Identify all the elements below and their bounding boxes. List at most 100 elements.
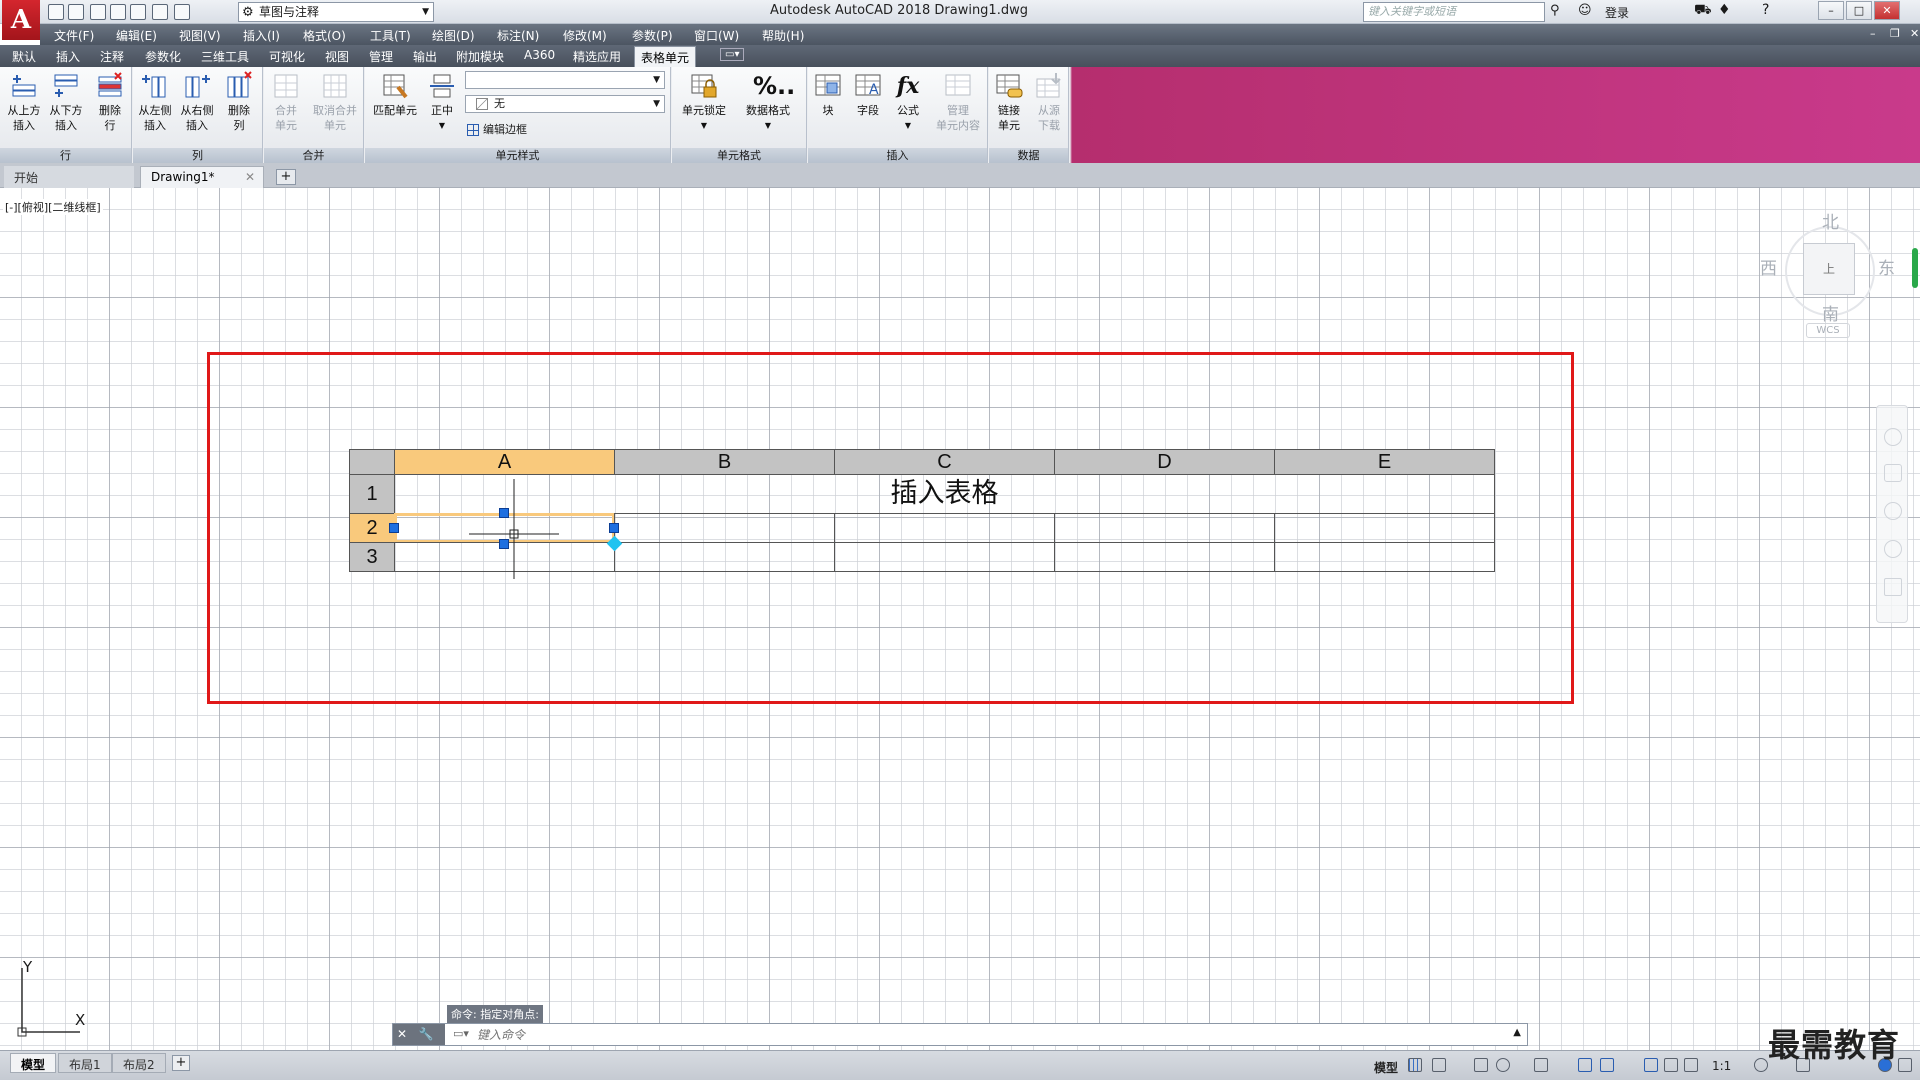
tab-addins[interactable]: 附加模块 bbox=[456, 48, 504, 65]
menu-edit[interactable]: 编辑(E) bbox=[116, 27, 157, 44]
layout-tab-layout2[interactable]: 布局2 bbox=[112, 1053, 166, 1073]
ortho-icon[interactable] bbox=[1474, 1058, 1488, 1072]
delete-col-button[interactable]: 删除 列 bbox=[219, 71, 259, 133]
cart-icon[interactable]: ⛟ bbox=[1694, 2, 1712, 20]
link-cell-button[interactable]: 链接 单元 bbox=[989, 71, 1029, 133]
cell-grip-left[interactable] bbox=[389, 523, 399, 533]
tab-parametric[interactable]: 参数化 bbox=[145, 48, 181, 65]
workspace-switch-icon[interactable] bbox=[1754, 1058, 1768, 1072]
tab-3d-tools[interactable]: 三维工具 bbox=[201, 48, 249, 65]
save-as-icon[interactable] bbox=[110, 4, 126, 20]
acad-table[interactable]: A B C D E 1 2 3 插入表格 bbox=[349, 449, 1495, 579]
insert-formula-button[interactable]: fx 公式 ▼ bbox=[888, 71, 928, 133]
tab-view[interactable]: 视图 bbox=[325, 48, 349, 65]
viewcube-top-face[interactable]: 上 bbox=[1803, 243, 1855, 295]
table-cell-e2[interactable] bbox=[1274, 513, 1495, 543]
undo-icon[interactable] bbox=[152, 4, 168, 20]
insert-col-left-button[interactable]: 从左侧 插入 bbox=[135, 71, 175, 133]
column-header-e[interactable]: E bbox=[1274, 449, 1495, 475]
workspace-dropdown[interactable]: ⚙ 草图与注释 ▼ bbox=[238, 2, 434, 22]
object-snap-icon[interactable] bbox=[1578, 1058, 1592, 1072]
delete-row-button[interactable]: 删除 行 bbox=[90, 71, 130, 133]
zoom-icon[interactable] bbox=[1884, 502, 1902, 520]
tab-drawing1[interactable]: Drawing1* ✕ bbox=[140, 166, 264, 188]
column-header-b[interactable]: B bbox=[614, 449, 835, 475]
column-header-c[interactable]: C bbox=[834, 449, 1055, 475]
close-icon[interactable]: ✕ bbox=[245, 170, 255, 184]
wcs-menu[interactable]: WCS bbox=[1806, 323, 1850, 338]
layout-tab-layout1[interactable]: 布局1 bbox=[58, 1053, 112, 1073]
a360-icon[interactable]: ♦ bbox=[1718, 2, 1731, 18]
close-icon[interactable]: ✕ bbox=[397, 1027, 407, 1041]
new-file-icon[interactable] bbox=[48, 4, 64, 20]
viewcube[interactable]: 北 南 东 西 上 WCS bbox=[1760, 208, 1900, 348]
tab-output[interactable]: 输出 bbox=[413, 48, 437, 65]
insert-col-right-button[interactable]: 从右侧 插入 bbox=[177, 71, 217, 133]
table-cell-c3[interactable] bbox=[834, 542, 1055, 572]
open-file-icon[interactable] bbox=[68, 4, 84, 20]
data-format-button[interactable]: %.. 数据格式 ▼ bbox=[738, 71, 798, 133]
viewcube-east[interactable]: 东 bbox=[1878, 254, 1895, 279]
ribbon-options-icon[interactable]: ▭▾ bbox=[720, 48, 745, 61]
annotation-visibility-icon[interactable] bbox=[1644, 1058, 1658, 1072]
showmotion-icon[interactable] bbox=[1884, 578, 1902, 596]
tab-start[interactable]: 开始 bbox=[4, 166, 134, 188]
viewcube-north[interactable]: 北 bbox=[1822, 208, 1839, 233]
menu-parametric[interactable]: 参数(P) bbox=[632, 27, 673, 44]
edit-borders-button[interactable]: 编辑边框 bbox=[467, 121, 527, 137]
tab-default[interactable]: 默认 bbox=[12, 48, 36, 65]
column-header-d[interactable]: D bbox=[1054, 449, 1275, 475]
doc-close-button[interactable]: ✕ bbox=[1910, 27, 1919, 40]
annotation-scale-icon[interactable] bbox=[1684, 1058, 1698, 1072]
row-header-3[interactable]: 3 bbox=[349, 542, 395, 572]
chevron-up-icon[interactable]: ▲ bbox=[1513, 1027, 1521, 1038]
menu-modify[interactable]: 修改(M) bbox=[563, 27, 607, 44]
tab-annotate[interactable]: 注释 bbox=[100, 48, 124, 65]
menu-tools[interactable]: 工具(T) bbox=[370, 27, 411, 44]
help-icon[interactable]: ? bbox=[1762, 2, 1769, 18]
minimize-button[interactable]: – bbox=[1818, 1, 1844, 20]
add-layout-button[interactable]: + bbox=[172, 1055, 190, 1071]
viewport-controls[interactable]: [-][俯视][二维线框] bbox=[3, 199, 103, 215]
manage-content-button[interactable]: 管理 单元内容 bbox=[930, 71, 986, 133]
table-cell-d3[interactable] bbox=[1054, 542, 1275, 572]
login-button[interactable]: 登录 bbox=[1605, 4, 1629, 21]
viewcube-west[interactable]: 西 bbox=[1760, 254, 1777, 279]
insert-row-below-button[interactable]: 从下方 插入 bbox=[46, 71, 86, 133]
cell-fill-dropdown[interactable]: 无 ▼ bbox=[465, 95, 665, 113]
match-cell-button[interactable]: 匹配单元 bbox=[369, 71, 421, 118]
search-input[interactable]: 键入关键字或短语 bbox=[1363, 2, 1545, 22]
tab-insert[interactable]: 插入 bbox=[56, 48, 80, 65]
polar-icon[interactable] bbox=[1496, 1058, 1510, 1072]
grid-icon[interactable] bbox=[1408, 1058, 1422, 1072]
vertical-scroll-indicator[interactable] bbox=[1912, 248, 1918, 288]
save-icon[interactable] bbox=[90, 4, 106, 20]
cell-lock-button[interactable]: 单元锁定 ▼ bbox=[676, 71, 732, 133]
insert-field-button[interactable]: A 字段 bbox=[848, 71, 888, 118]
isodraft-icon[interactable] bbox=[1534, 1058, 1548, 1072]
download-source-button[interactable]: 从源 下载 bbox=[1029, 71, 1069, 133]
close-button[interactable]: ✕ bbox=[1874, 1, 1900, 20]
tab-featured-apps[interactable]: 精选应用 bbox=[573, 48, 621, 65]
unmerge-cells-button[interactable]: 取消合并 单元 bbox=[308, 71, 362, 133]
menu-help[interactable]: 帮助(H) bbox=[762, 27, 804, 44]
maximize-button[interactable]: □ bbox=[1846, 1, 1872, 20]
pan-icon[interactable] bbox=[1884, 464, 1902, 482]
tab-manage[interactable]: 管理 bbox=[369, 48, 393, 65]
menu-dimension[interactable]: 标注(N) bbox=[497, 27, 539, 44]
insert-row-above-button[interactable]: 从上方 插入 bbox=[4, 71, 44, 133]
customization-icon[interactable] bbox=[1898, 1058, 1912, 1072]
viewcube-south[interactable]: 南 bbox=[1822, 300, 1839, 325]
steering-wheel-icon[interactable] bbox=[1884, 428, 1902, 446]
table-title-cell[interactable]: 插入表格 bbox=[394, 474, 1495, 514]
table-cell-e3[interactable] bbox=[1274, 542, 1495, 572]
new-tab-button[interactable]: + bbox=[276, 169, 296, 185]
table-cell-b3[interactable] bbox=[614, 542, 835, 572]
doc-minimize-button[interactable]: – bbox=[1870, 27, 1876, 40]
menu-draw[interactable]: 绘图(D) bbox=[432, 27, 475, 44]
redo-icon[interactable] bbox=[174, 4, 190, 20]
print-icon[interactable] bbox=[130, 4, 146, 20]
autoscale-icon[interactable] bbox=[1664, 1058, 1678, 1072]
tab-visualize[interactable]: 可视化 bbox=[269, 48, 305, 65]
column-header-a[interactable]: A bbox=[394, 449, 615, 475]
